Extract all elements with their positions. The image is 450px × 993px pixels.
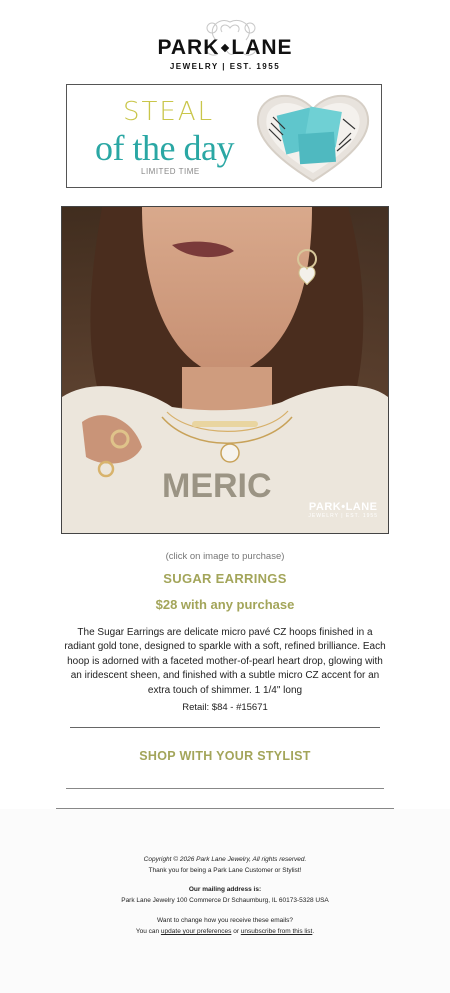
unsubscribe-link[interactable]: unsubscribe from this list: [241, 928, 313, 935]
steal-of-the-day-banner[interactable]: STEAL of the day LIMITED TIME: [66, 84, 382, 188]
model-wearing-earrings-image: MERIC: [62, 207, 388, 533]
period-text: .: [312, 928, 315, 935]
update-preferences-link[interactable]: update your preferences: [161, 928, 231, 935]
watermark-main-text: PARK•LANE: [308, 501, 378, 513]
footer-thanks: Thank you for being a Park Lane Customer…: [148, 867, 302, 874]
email-footer: Copyright © 2026 Park Lane Jewelry, All …: [0, 809, 450, 993]
banner-steal-text: STEAL: [123, 97, 215, 127]
gift-box-heart-icon: [256, 94, 370, 183]
shop-with-stylist-link[interactable]: SHOP WITH YOUR STYLIST: [0, 749, 450, 763]
footer-address: Park Lane Jewelry 100 Commerce Dr Schaum…: [121, 897, 329, 904]
park-lane-logo[interactable]: PARK LANE JEWELRY | EST. 1955: [0, 8, 450, 71]
click-image-hint: (click on image to purchase): [165, 551, 285, 562]
logo-word-park: PARK: [157, 36, 220, 59]
copyright-text: Copyright © 2026 Park Lane Jewelry, All …: [143, 856, 307, 863]
watermark-sub-text: JEWELRY | EST. 1955: [308, 513, 378, 519]
logo-wordmark: PARK LANE: [0, 36, 450, 60]
footer-copyright: Copyright © 2026 Park Lane Jewelry, All …: [0, 856, 450, 863]
banner-limited-time-text: LIMITED TIME: [141, 167, 200, 176]
photo-watermark-logo: PARK•LANE JEWELRY | EST. 1955: [308, 501, 378, 519]
footer-preferences-line: You can update your preferences or unsub…: [0, 928, 450, 935]
shirt-print-text: MERIC: [162, 467, 272, 505]
logo-subtitle: JEWELRY | EST. 1955: [169, 62, 281, 71]
product-retail-price: Retail: $84 - #15671: [182, 702, 268, 713]
footer-mailing-heading: Our mailing address is:: [188, 886, 262, 893]
product-name: SUGAR EARRINGS: [163, 571, 287, 586]
or-text: or: [233, 928, 239, 935]
logo-word-lane: LANE: [231, 36, 293, 59]
diamond-icon: [221, 44, 230, 53]
banner-of-the-day-text: of the day: [95, 128, 234, 168]
product-image[interactable]: MERIC PARK•LANE JEWELRY | EST. 1955: [61, 206, 389, 534]
divider: [70, 727, 380, 728]
divider: [66, 788, 384, 789]
product-description: The Sugar Earrings are delicate micro pa…: [64, 627, 386, 696]
you-can-text: You can: [135, 928, 160, 935]
product-price: $28 with any purchase: [155, 597, 295, 612]
email-page: PARK LANE JEWELRY | EST. 1955 STEAL of th…: [0, 0, 450, 993]
footer-change-prompt: Want to change how you receive these ema…: [157, 917, 293, 924]
